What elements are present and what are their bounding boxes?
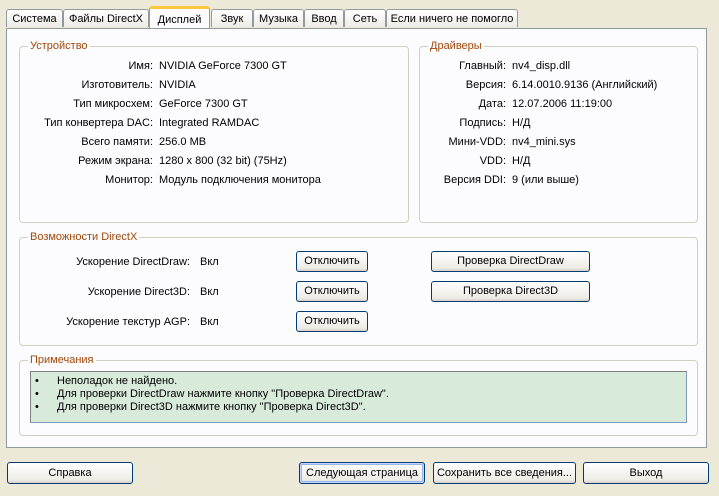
- tab-directx-files[interactable]: Файлы DirectX: [63, 9, 149, 27]
- disable-agp-button[interactable]: Отключить: [296, 311, 368, 332]
- driver-property-label: Версия:: [465, 79, 506, 91]
- tab-sound[interactable]: Звук: [211, 9, 253, 27]
- bullet-icon: •: [35, 375, 39, 387]
- test-directdraw-button[interactable]: Проверка DirectDraw: [431, 251, 590, 272]
- note-text: Для проверки Direct3D нажмите кнопку "Пр…: [57, 401, 366, 413]
- notes-group: Примечания • Неполадок не найдено. • Для…: [19, 353, 698, 436]
- tab-music[interactable]: Музыка: [253, 9, 304, 27]
- driver-property-label: Дата:: [478, 98, 506, 110]
- driver-property-label: Подпись:: [459, 117, 506, 129]
- tab-system[interactable]: Система: [6, 9, 63, 27]
- agp-texture-accel-label: Ускорение текстур AGP:: [66, 316, 190, 328]
- notes-list[interactable]: • Неполадок не найдено. • Для проверки D…: [30, 371, 687, 423]
- device-property-value: 1280 x 800 (32 bit) (75Hz): [159, 155, 287, 167]
- device-property-label: Монитор:: [105, 174, 153, 186]
- driver-property-value: 6.14.0010.9136 (Английский): [512, 79, 658, 91]
- driver-property-value: nv4_disp.dll: [512, 60, 571, 72]
- direct3d-accel-value: Вкл: [200, 286, 219, 298]
- tab-more-help[interactable]: Если ничего не помогло: [386, 9, 518, 27]
- note-text: Для проверки DirectDraw нажмите кнопку "…: [57, 388, 389, 400]
- device-property-value: Модуль подключения монитора: [159, 174, 321, 186]
- driver-property-label: VDD:: [479, 155, 506, 167]
- device-property-value: NVIDIA: [159, 79, 196, 91]
- device-property-label: Тип микросхем:: [73, 98, 153, 110]
- device-property-label: Всего памяти:: [81, 136, 153, 148]
- drivers-group: Драйверы Главный: nv4_disp.dll Версия: 6.14…: [419, 39, 698, 223]
- device-property-label: Тип конвертера DAC:: [44, 117, 153, 129]
- device-group-title: Устройство: [28, 39, 90, 53]
- device-property-value: 256.0 MB: [159, 136, 207, 148]
- help-button[interactable]: Справка: [7, 462, 133, 484]
- directdraw-accel-value: Вкл: [200, 256, 219, 268]
- driver-property-value: 12.07.2006 11:19:00: [512, 98, 613, 110]
- driver-property-label: Главный:: [459, 60, 506, 72]
- bullet-icon: •: [35, 388, 39, 400]
- driver-property-value: 9 (или выше): [512, 174, 579, 186]
- disable-direct3d-button[interactable]: Отключить: [296, 281, 368, 302]
- save-all-info-button[interactable]: Сохранить все сведения...: [433, 462, 576, 484]
- device-property-label: Имя:: [128, 60, 153, 72]
- device-property-label: Режим экрана:: [78, 155, 153, 167]
- tab-input[interactable]: Ввод: [304, 9, 344, 27]
- tab-display[interactable]: Дисплей: [149, 6, 210, 28]
- device-property-value: NVIDIA GeForce 7300 GT: [159, 60, 287, 72]
- tab-network[interactable]: Сеть: [344, 9, 386, 27]
- directx-features-title: Возможности DirectX: [28, 230, 140, 244]
- directdraw-accel-label: Ускорение DirectDraw:: [76, 256, 190, 268]
- driver-property-value: Н/Д: [512, 117, 531, 129]
- direct3d-accel-label: Ускорение Direct3D:: [87, 286, 190, 298]
- driver-property-label: Мини-VDD:: [448, 136, 506, 148]
- drivers-group-title: Драйверы: [428, 39, 484, 53]
- device-property-value: GeForce 7300 GT: [159, 98, 248, 110]
- directx-features-group: Возможности DirectX Ускорение DirectDraw…: [19, 230, 698, 346]
- driver-property-value: Н/Д: [512, 155, 531, 167]
- driver-property-value: nv4_mini.sys: [512, 136, 576, 148]
- device-group: Устройство Имя: NVIDIA GeForce 7300 GT Изг…: [19, 39, 409, 223]
- agp-texture-accel-value: Вкл: [200, 316, 219, 328]
- disable-directdraw-button[interactable]: Отключить: [296, 251, 368, 272]
- notes-group-title: Примечания: [28, 353, 96, 367]
- tab-panel: Устройство Имя: NVIDIA GeForce 7300 GT Изг…: [6, 28, 707, 448]
- note-text: Неполадок не найдено.: [57, 375, 178, 387]
- test-direct3d-button[interactable]: Проверка Direct3D: [431, 281, 590, 302]
- device-property-label: Изготовитель:: [81, 79, 154, 91]
- exit-button[interactable]: Выход: [583, 462, 709, 484]
- driver-property-label: Версия DDI:: [443, 174, 506, 186]
- device-property-value: Integrated RAMDAC: [159, 117, 260, 129]
- bullet-icon: •: [35, 401, 39, 413]
- next-page-button[interactable]: Следующая страница: [299, 462, 425, 484]
